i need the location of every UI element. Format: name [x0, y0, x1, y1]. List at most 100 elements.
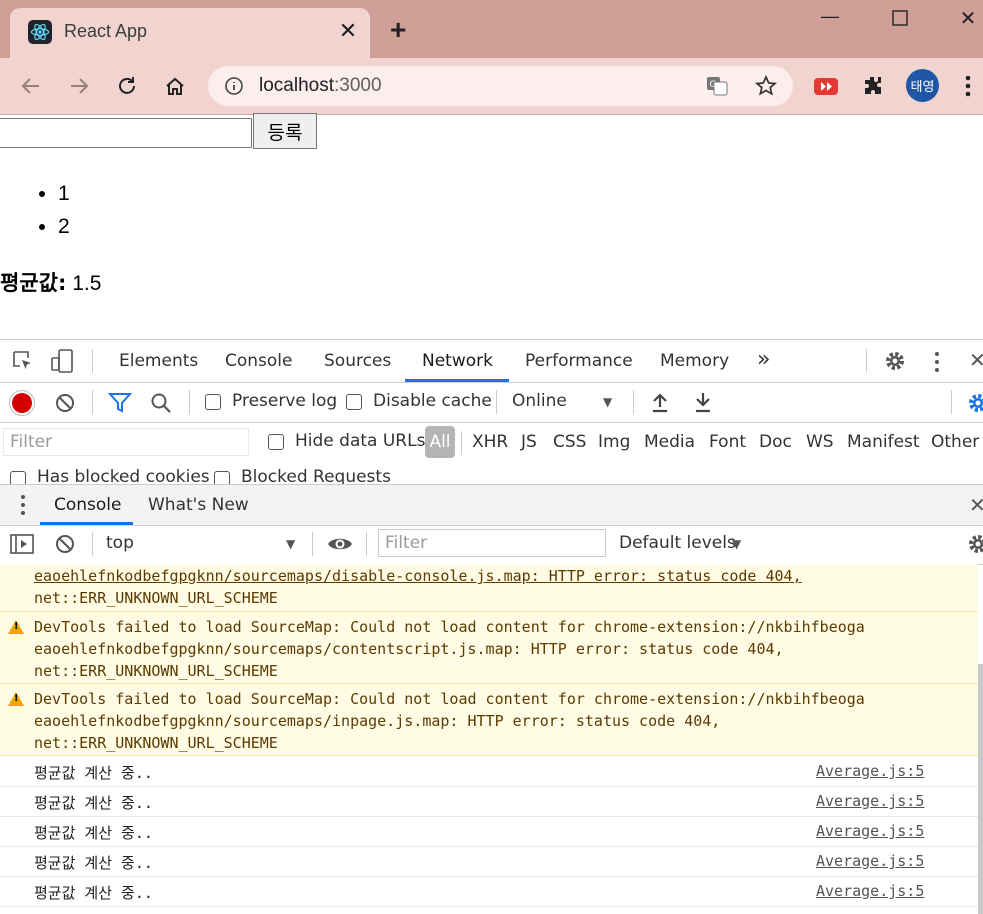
- preserve-log-label: Preserve log: [232, 391, 338, 411]
- tab-console[interactable]: Console: [225, 351, 293, 371]
- hide-data-urls-checkbox[interactable]: [268, 434, 284, 450]
- drawer-menu-icon[interactable]: [19, 494, 27, 520]
- type-filter-doc[interactable]: Doc: [759, 432, 792, 452]
- close-drawer-icon[interactable]: ✕: [969, 493, 983, 517]
- tab-memory[interactable]: Memory: [660, 351, 729, 371]
- react-logo-icon: [28, 20, 52, 44]
- average-label: 평균값:: [0, 271, 67, 295]
- warning-line: net::ERR_UNKNOWN_URL_SCHEME: [34, 662, 278, 680]
- register-button[interactable]: 등록: [253, 113, 317, 149]
- youtube-extension-icon[interactable]: [814, 78, 838, 95]
- tab-network[interactable]: Network: [422, 351, 493, 371]
- tab-elements[interactable]: Elements: [119, 351, 198, 371]
- network-toolbar: Preserve log Disable cache Online ▼: [0, 382, 983, 423]
- log-source-link[interactable]: Average.js:5: [816, 792, 924, 810]
- console-warning: DevTools failed to load SourceMap: Could…: [0, 612, 978, 684]
- warning-line: eaoehlefnkodbefgpgknn/sourcemaps/inpage.…: [34, 712, 721, 730]
- search-icon[interactable]: [150, 392, 172, 418]
- clear-console-icon[interactable]: [54, 533, 76, 559]
- more-tabs-icon[interactable]: »: [757, 347, 770, 372]
- list-item: 1: [58, 177, 70, 210]
- warning-line: DevTools failed to load SourceMap: Could…: [34, 690, 865, 708]
- address-bar[interactable]: localhost:3000 G: [208, 66, 793, 106]
- tab-sources[interactable]: Sources: [324, 351, 391, 371]
- devtools-menu-icon[interactable]: [933, 351, 941, 377]
- back-icon[interactable]: [17, 72, 45, 100]
- log-text: 평균값 계산 중..: [34, 764, 153, 782]
- type-filter-css[interactable]: CSS: [553, 432, 586, 452]
- console-filter-input[interactable]: Filter: [378, 529, 606, 557]
- log-source-link[interactable]: Average.js:5: [816, 852, 924, 870]
- number-input[interactable]: [0, 118, 252, 148]
- live-expression-eye-icon[interactable]: [327, 535, 353, 557]
- network-filter-input[interactable]: Filter: [3, 428, 249, 456]
- show-sidebar-icon[interactable]: [10, 534, 34, 558]
- minimize-icon[interactable]: —: [810, 6, 850, 27]
- close-tab-icon[interactable]: ✕: [336, 18, 360, 44]
- clear-icon[interactable]: [54, 392, 76, 418]
- url-text: localhost:3000: [259, 75, 382, 96]
- network-settings-gear-icon[interactable]: [966, 391, 983, 419]
- log-source-link[interactable]: Average.js:5: [816, 882, 924, 900]
- bookmark-star-icon[interactable]: [754, 74, 778, 103]
- log-source-link[interactable]: Average.js:5: [816, 762, 924, 780]
- console-log-row: 평균값 계산 중.. Average.js:5: [0, 756, 978, 787]
- type-filter-font[interactable]: Font: [709, 432, 746, 452]
- log-text: 평균값 계산 중..: [34, 884, 153, 902]
- close-window-icon[interactable]: ✕: [948, 6, 983, 31]
- console-settings-gear-icon[interactable]: [966, 532, 983, 560]
- maximize-icon[interactable]: [880, 4, 920, 31]
- log-source-link[interactable]: Average.js:5: [816, 822, 924, 840]
- filter-funnel-icon[interactable]: [107, 392, 133, 418]
- sourcemap-link[interactable]: eaoehlefnkodbefgpgknn/sourcemaps/disable…: [34, 567, 802, 585]
- export-har-icon[interactable]: [693, 391, 713, 417]
- browser-tab[interactable]: React App ✕: [10, 8, 370, 58]
- console-log-row: 평균값 계산 중.. Average.js:5: [0, 786, 978, 817]
- tab-performance[interactable]: Performance: [525, 351, 633, 371]
- throttling-select[interactable]: Online: [512, 391, 567, 411]
- warning-line: DevTools failed to load SourceMap: Could…: [34, 618, 865, 636]
- type-filter-js[interactable]: JS: [521, 432, 537, 452]
- separator: [866, 349, 867, 373]
- new-tab-icon[interactable]: +: [390, 16, 406, 44]
- warning-line: net::ERR_UNKNOWN_URL_SCHEME: [34, 734, 278, 752]
- preserve-log-checkbox[interactable]: [205, 394, 221, 410]
- average-value: 1.5: [72, 272, 102, 295]
- disable-cache-checkbox[interactable]: [346, 394, 362, 410]
- translate-icon[interactable]: G: [706, 75, 728, 102]
- number-list: 1 2: [28, 177, 70, 243]
- type-filter-ws[interactable]: WS: [806, 432, 834, 452]
- record-icon[interactable]: [12, 393, 32, 413]
- console-scrollbar[interactable]: [978, 664, 983, 914]
- settings-gear-icon[interactable]: [883, 349, 907, 377]
- browser-menu-icon[interactable]: [964, 74, 972, 103]
- console-log-row: 평균값 계산 중.. Average.js:5: [0, 846, 978, 877]
- blocked-requests-checkbox[interactable]: [214, 471, 230, 484]
- log-text: 평균값 계산 중..: [34, 854, 153, 872]
- close-devtools-icon[interactable]: ✕: [969, 348, 983, 372]
- info-icon[interactable]: [224, 76, 244, 101]
- device-toolbar-icon[interactable]: [50, 349, 74, 377]
- profile-avatar[interactable]: 태영: [906, 69, 939, 102]
- log-levels-select[interactable]: Default levels: [619, 533, 736, 553]
- type-filter-media[interactable]: Media: [644, 432, 695, 452]
- context-select[interactable]: top: [106, 533, 134, 553]
- type-filter-manifest[interactable]: Manifest: [847, 432, 920, 452]
- separator: [312, 532, 313, 556]
- type-filter-xhr[interactable]: XHR: [472, 432, 508, 452]
- drawer-tabbar: Console What's New ✕: [0, 484, 983, 526]
- forward-icon[interactable]: [65, 72, 93, 100]
- drawer-tab-console[interactable]: Console: [54, 495, 122, 515]
- reload-icon[interactable]: [113, 72, 141, 100]
- home-icon[interactable]: [161, 72, 189, 100]
- warning-line: net::ERR_UNKNOWN_URL_SCHEME: [34, 589, 278, 607]
- type-filter-all[interactable]: All: [425, 426, 455, 458]
- type-filter-other[interactable]: Other: [931, 432, 979, 452]
- has-blocked-cookies-checkbox[interactable]: [10, 471, 26, 484]
- drawer-tab-whats-new[interactable]: What's New: [148, 495, 249, 515]
- type-filter-img[interactable]: Img: [598, 432, 630, 452]
- extensions-puzzle-icon[interactable]: [861, 74, 885, 103]
- hide-data-urls-label: Hide data URLs: [295, 431, 426, 451]
- import-har-icon[interactable]: [650, 391, 670, 417]
- inspect-element-icon[interactable]: [12, 350, 34, 376]
